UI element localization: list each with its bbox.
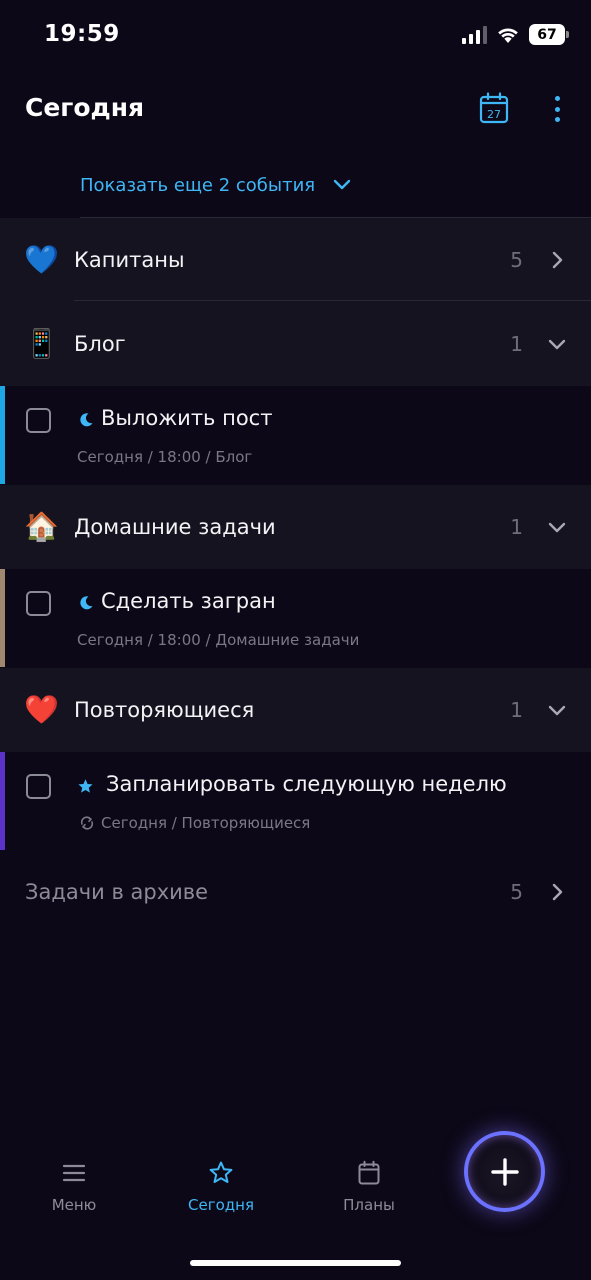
group-title: Повторяющиеся	[74, 698, 255, 722]
calendar-day: 27	[487, 108, 501, 121]
chevron-down-icon	[548, 705, 566, 716]
battery-icon: 67	[529, 24, 569, 45]
calendar-icon: 27	[479, 92, 509, 124]
nav-label: Меню	[51, 1196, 97, 1214]
divider	[74, 300, 591, 301]
group-count: 1	[510, 515, 523, 539]
nav-plans[interactable]: Планы	[314, 1160, 424, 1214]
show-more-events-label: Показать еще 2 события	[80, 174, 316, 196]
status-icons: 67	[462, 24, 569, 45]
status-time: 19:59	[44, 21, 120, 47]
signal-icon	[462, 25, 487, 44]
task-color-marker	[0, 386, 5, 484]
more-dot	[554, 117, 560, 122]
star-icon	[209, 1161, 233, 1183]
calendar-icon	[358, 1160, 380, 1185]
calendar-button[interactable]: 27	[479, 92, 509, 124]
moon-icon	[80, 596, 93, 610]
task-color-marker	[0, 569, 5, 667]
task-row[interactable]: Запланировать следующую неделю Сегодня /…	[0, 752, 591, 850]
status-bar: 19:59 67	[0, 0, 591, 72]
wifi-icon	[498, 27, 518, 43]
chevron-down-icon	[333, 179, 351, 190]
task-row[interactable]: Выложить пост Сегодня / 18:00 / Блог	[0, 386, 591, 484]
group-title: Капитаны	[74, 248, 185, 272]
moon-icon	[80, 413, 93, 427]
home-indicator	[190, 1260, 401, 1266]
chevron-down-icon	[548, 522, 566, 533]
group-emoji: ❤️	[24, 693, 59, 726]
menu-icon	[62, 1164, 86, 1182]
more-options-button[interactable]	[548, 94, 566, 124]
task-checkbox[interactable]	[26, 408, 51, 433]
chevron-right-icon	[552, 251, 563, 269]
group-emoji: 💙	[24, 243, 59, 276]
task-row[interactable]: Сделать загран Сегодня / 18:00 / Домашни…	[0, 569, 591, 667]
task-meta: Сегодня / Повторяющиеся	[79, 814, 310, 832]
group-emoji: 📱	[24, 327, 59, 360]
group-count: 1	[510, 332, 523, 356]
more-dot	[554, 96, 560, 101]
page-title: Сегодня	[25, 93, 145, 122]
task-title: Выложить пост	[101, 406, 273, 430]
task-meta-text: Сегодня / 18:00 / Блог	[77, 448, 253, 466]
group-header-recurring[interactable]: ❤️ Повторяющиеся 1	[0, 668, 591, 752]
task-title: Запланировать следующую неделю	[106, 772, 507, 796]
archive-count: 5	[510, 880, 523, 904]
nav-label: Планы	[343, 1196, 395, 1214]
group-count: 1	[510, 698, 523, 722]
task-title: Сделать загран	[101, 589, 276, 613]
show-more-events-button[interactable]: Показать еще 2 события	[80, 170, 351, 200]
group-header-captains[interactable]: 💙 Капитаны 5	[0, 218, 591, 302]
task-meta-text: Сегодня / 18:00 / Домашние задачи	[77, 631, 360, 649]
more-dot	[554, 106, 560, 112]
group-header-blog[interactable]: 📱 Блог 1	[0, 302, 591, 386]
screen: 19:59 67 Сегодня 27 Показать еще 2 событ…	[0, 0, 591, 1280]
archived-tasks-row[interactable]: Задачи в архиве 5	[0, 850, 591, 934]
archive-label: Задачи в архиве	[25, 880, 209, 904]
chevron-right-icon	[552, 883, 563, 901]
group-title: Домашние задачи	[74, 515, 276, 539]
star-icon	[78, 779, 93, 793]
add-task-button[interactable]	[464, 1131, 545, 1212]
plus-icon	[490, 1157, 519, 1186]
nav-today[interactable]: Сегодня	[166, 1160, 276, 1214]
chevron-down-icon	[548, 339, 566, 350]
nav-menu[interactable]: Меню	[19, 1160, 129, 1214]
task-meta-text: Сегодня / Повторяющиеся	[101, 814, 311, 832]
task-meta: Сегодня / 18:00 / Домашние задачи	[77, 631, 359, 649]
task-checkbox[interactable]	[26, 591, 51, 616]
group-header-home-tasks[interactable]: 🏠 Домашние задачи 1	[0, 485, 591, 569]
repeat-icon	[80, 816, 94, 830]
task-meta: Сегодня / 18:00 / Блог	[77, 448, 252, 466]
nav-label: Сегодня	[188, 1196, 254, 1214]
task-checkbox[interactable]	[26, 774, 51, 799]
group-count: 5	[510, 248, 523, 272]
group-title: Блог	[74, 332, 126, 356]
group-emoji: 🏠	[24, 510, 59, 543]
task-color-marker	[0, 752, 5, 850]
